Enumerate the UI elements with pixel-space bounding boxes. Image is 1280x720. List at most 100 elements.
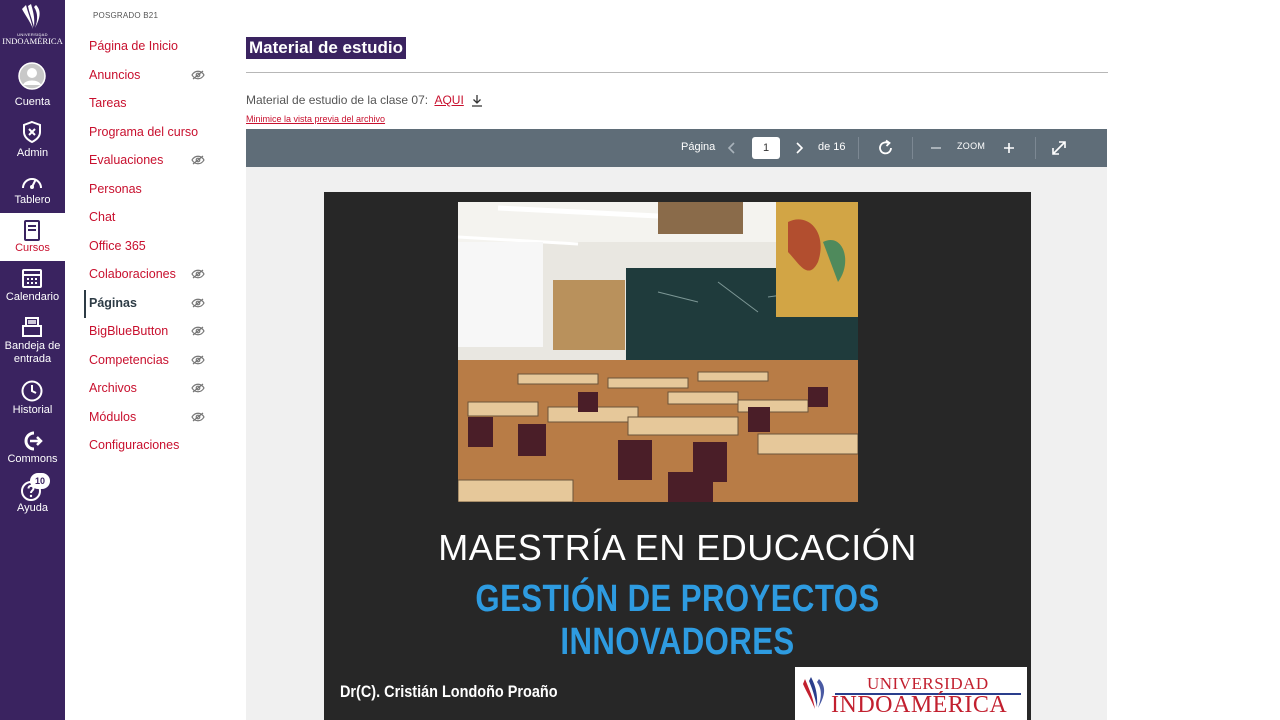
course-nav-outcomes[interactable]: Competencias	[84, 347, 209, 376]
course-nav-files[interactable]: Archivos	[84, 375, 209, 404]
title-divider	[246, 72, 1108, 73]
fullscreen-expand-icon[interactable]	[1049, 138, 1069, 158]
global-nav-inbox[interactable]: Bandeja de entrada	[0, 313, 65, 371]
page-count: de 16	[818, 141, 846, 153]
download-icon[interactable]	[471, 94, 483, 107]
hidden-eye-icon	[191, 269, 205, 279]
global-nav-label: Bandeja de entrada	[4, 340, 61, 365]
minimize-preview-link[interactable]: Minimice la vista previa del archivo	[246, 114, 385, 124]
global-nav-label: Historial	[12, 404, 53, 416]
course-nav-label: BigBlueButton	[89, 324, 169, 338]
course-nav-label: Chat	[89, 210, 116, 224]
hidden-eye-icon	[191, 383, 205, 393]
slide-subtitle: GESTIÓN DE PROYECTOS INNOVADORES	[475, 578, 880, 663]
chevron-right-icon[interactable]	[789, 138, 809, 158]
course-nav-chat[interactable]: Chat	[84, 204, 209, 233]
course-nav-collaborations[interactable]: Colaboraciones	[84, 261, 209, 290]
course-nav-label: Evaluaciones	[89, 153, 164, 167]
global-nav-label: Calendario	[5, 291, 60, 303]
global-nav-courses[interactable]: Cursos	[0, 213, 65, 261]
hidden-eye-icon	[191, 355, 205, 364]
logo-line2: INDOAMÉRICA	[831, 692, 1008, 718]
toolbar-divider	[858, 137, 859, 159]
global-nav-admin[interactable]: Admin	[0, 118, 65, 166]
course-nav-label: Personas	[89, 181, 142, 196]
global-nav-dashboard[interactable]: Tablero	[0, 168, 65, 216]
course-nav-label: Tareas	[89, 96, 127, 110]
global-nav-calendar[interactable]: Calendario	[0, 264, 65, 312]
global-nav-label: Cursos	[15, 242, 50, 254]
classroom-photo	[458, 202, 858, 502]
account-icon	[18, 62, 46, 90]
material-download-link[interactable]: AQUI	[434, 93, 463, 107]
logo-line1: UNIVERSIDAD	[867, 674, 989, 693]
university-logo[interactable]: UNIVERSIDAD INDOAMÉRICA	[0, 0, 65, 50]
course-nav-people[interactable]: Personas	[84, 176, 209, 205]
zoom-label: ZOOM	[957, 141, 986, 151]
document-page: MAESTRÍA EN EDUCACIÓN GESTIÓN DE PROYECT…	[324, 192, 1031, 720]
course-nav-syllabus[interactable]: Programa del curso	[84, 119, 209, 148]
course-nav-label: Competencias	[89, 352, 169, 367]
hidden-eye-icon	[191, 70, 205, 79]
toolbar-divider	[912, 137, 913, 159]
courses-book-icon	[24, 220, 40, 241]
course-nav-label: Página de Inicio	[89, 39, 178, 53]
calendar-icon	[22, 269, 42, 288]
global-nav-history[interactable]: Historial	[0, 377, 65, 425]
course-nav-label: Configuraciones	[89, 438, 180, 452]
course-nav-office365[interactable]: Office 365	[84, 233, 209, 262]
course-nav-label: Colaboraciones	[89, 267, 176, 281]
global-nav-label: Commons	[7, 453, 58, 465]
course-nav-home[interactable]: Página de Inicio	[84, 33, 209, 62]
viewer-toolbar: Página de 16 ZOOM	[246, 129, 1107, 167]
page-label: Página	[681, 141, 716, 153]
page-number-input[interactable]	[752, 137, 780, 159]
global-nav-label: Cuenta	[14, 96, 51, 108]
university-emblem-icon	[803, 677, 825, 709]
zoom-in-icon[interactable]	[999, 138, 1019, 158]
logo-text-bottom: INDOAMÉRICA	[2, 36, 63, 46]
course-nav-bigbluebutton[interactable]: BigBlueButton	[84, 318, 209, 347]
global-nav-account[interactable]: Cuenta	[0, 62, 65, 110]
hidden-eye-icon	[191, 326, 205, 336]
course-nav-label: Módulos	[89, 409, 137, 424]
chevron-left-icon[interactable]	[722, 138, 742, 158]
course-nav-pages[interactable]: Páginas	[84, 289, 209, 318]
dashboard-gauge-icon	[22, 178, 42, 189]
global-nav-help[interactable]: 10 Ayuda	[0, 473, 65, 523]
course-nav-settings[interactable]: Configuraciones	[84, 432, 209, 461]
global-nav-label: Tablero	[14, 194, 51, 206]
course-nav-quizzes[interactable]: Evaluaciones	[84, 147, 209, 176]
course-nav-modules[interactable]: Módulos	[84, 404, 209, 433]
slide-title: MAESTRÍA EN EDUCACIÓN	[438, 527, 917, 568]
global-nav: UNIVERSIDAD INDOAMÉRICA Cuenta Admin Tab…	[0, 0, 65, 720]
course-nav-label: Archivos	[89, 381, 137, 395]
material-text: Material de estudio de la clase 07:	[246, 93, 429, 107]
global-nav-label: Admin	[16, 147, 49, 159]
course-nav-label: Páginas	[89, 295, 137, 310]
hidden-eye-icon	[191, 155, 205, 165]
course-breadcrumb[interactable]: POSGRADO B21	[93, 11, 158, 20]
page-title: Material de estudio	[246, 37, 406, 59]
course-nav-announcements[interactable]: Anuncios	[84, 62, 209, 91]
hidden-eye-icon	[191, 412, 205, 421]
commons-icon	[24, 431, 43, 451]
rotate-icon[interactable]	[876, 138, 896, 158]
file-preview-viewer: Página de 16 ZOOM	[246, 129, 1107, 720]
hidden-eye-icon	[191, 298, 205, 307]
toolbar-divider	[1035, 137, 1036, 159]
slide-university-logo: UNIVERSIDAD INDOAMÉRICA	[795, 667, 1027, 720]
slide-author: Dr(C). Cristián Londoño Proaño	[340, 682, 558, 701]
course-nav: Página de Inicio Anuncios Tareas Program…	[84, 33, 209, 461]
help-notification-badge: 10	[30, 473, 50, 489]
course-nav-label: Programa del curso	[89, 124, 199, 139]
course-nav-label: Office 365	[89, 238, 146, 253]
global-nav-commons[interactable]: Commons	[0, 427, 65, 475]
admin-shield-icon	[23, 120, 41, 144]
university-logo-icon	[21, 4, 40, 29]
course-nav-label: Anuncios	[89, 67, 141, 82]
inbox-icon	[22, 317, 42, 337]
zoom-out-icon[interactable]	[926, 138, 946, 158]
material-line: Material de estudio de la clase 07: AQUI	[246, 93, 483, 107]
course-nav-assignments[interactable]: Tareas	[84, 90, 209, 119]
